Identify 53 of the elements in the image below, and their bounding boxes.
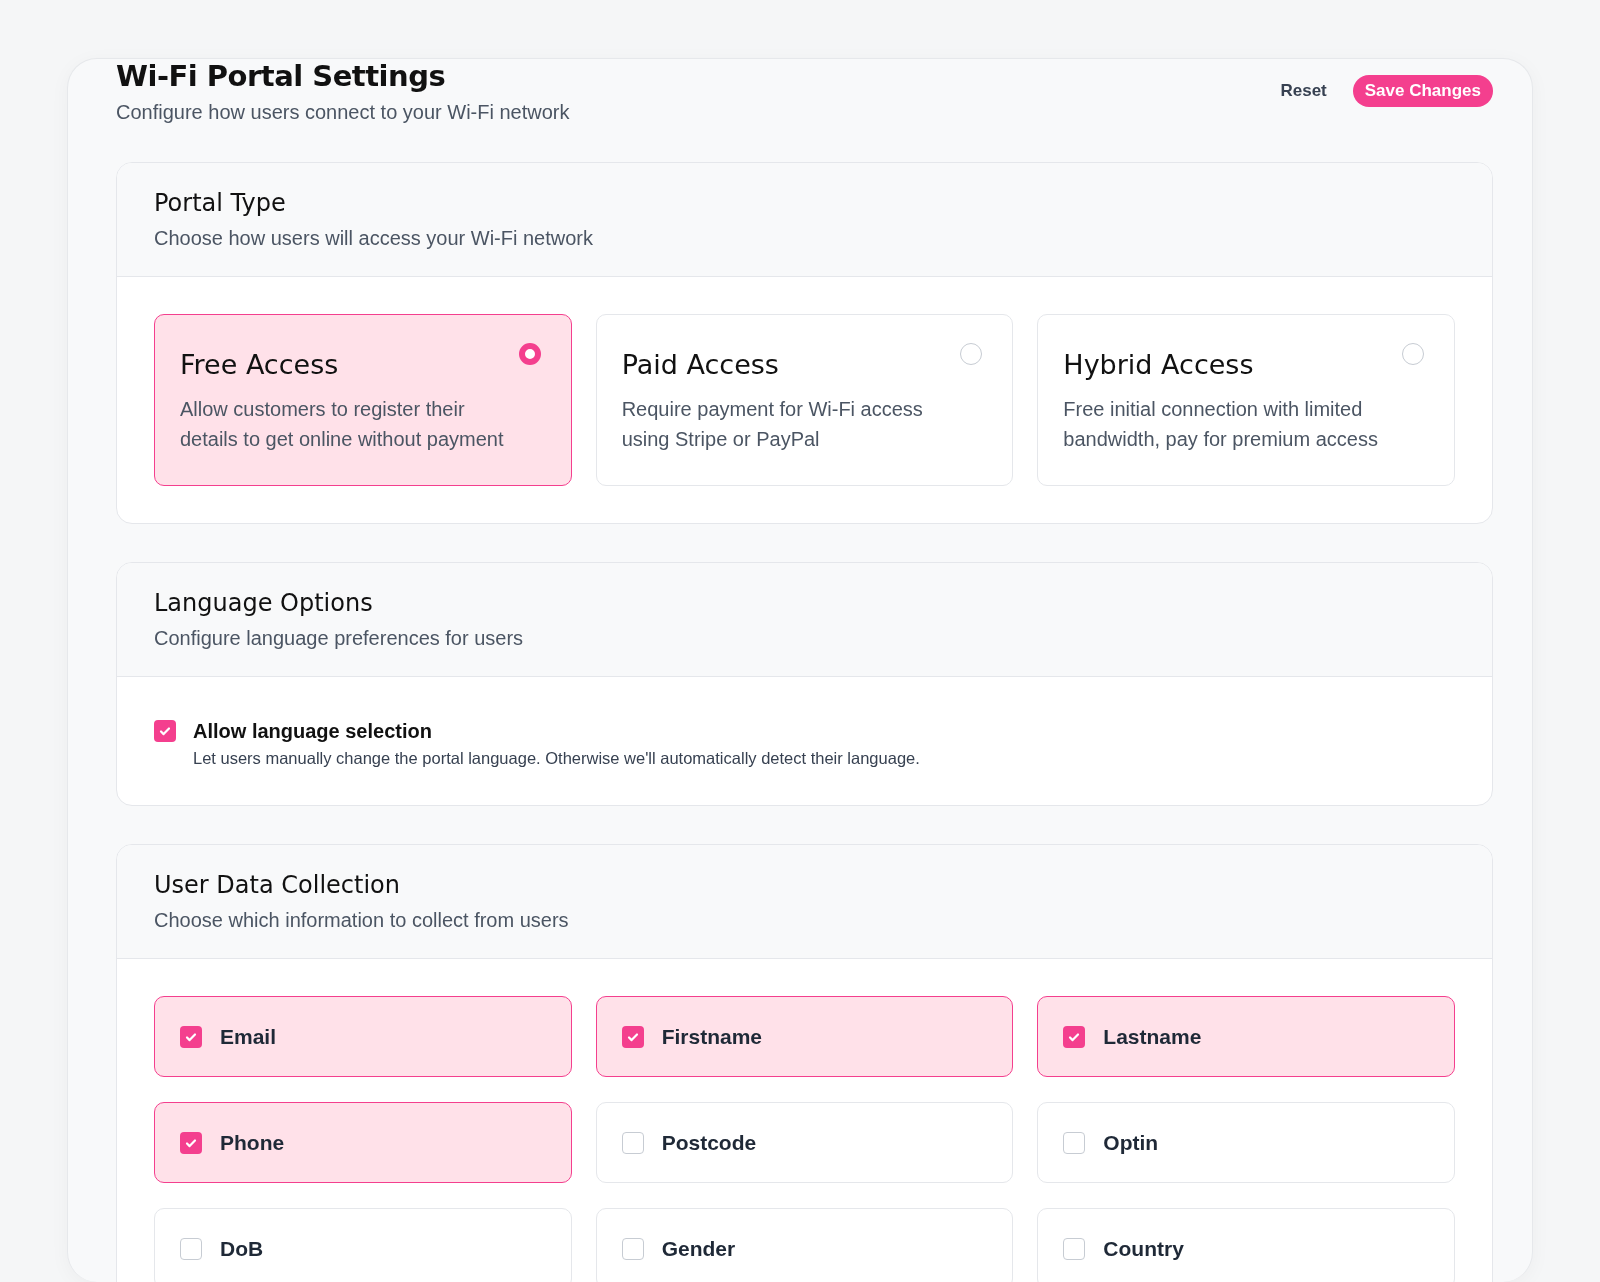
field-option[interactable]: Gender <box>595 1208 1014 1282</box>
field-label: Optin <box>1103 1130 1159 1155</box>
setting-label: Allow language selection <box>193 720 433 743</box>
checkbox[interactable] <box>154 720 176 742</box>
checkbox[interactable] <box>180 1025 202 1048</box>
setting-description: Let users manually change the portal language. Otherwise we'll automatically detect their language. <box>193 749 920 768</box>
field-label: Email <box>220 1024 277 1049</box>
field-label: Gender <box>661 1236 736 1261</box>
section-subtitle: Choose how users will access your Wi-Fi network <box>154 227 595 250</box>
field-option[interactable]: Lastname <box>1037 996 1455 1077</box>
field-option[interactable]: Country <box>1037 1208 1455 1282</box>
field-option[interactable]: Firstname <box>595 996 1014 1077</box>
option-description: Allow customers to register their details to get online without payment <box>180 397 505 452</box>
radio-button[interactable] <box>518 343 541 365</box>
radio-button[interactable] <box>1402 343 1424 365</box>
field-label: Postcode <box>661 1130 757 1155</box>
checkbox[interactable] <box>180 1237 202 1260</box>
portal-option-card[interactable]: Paid Access Require payment for Wi-Fi access using Stripe or PayPal <box>595 314 1014 486</box>
field-option[interactable]: Email <box>154 996 572 1077</box>
section-title: User Data Collection <box>154 871 401 899</box>
section-title: Portal Type <box>154 189 287 217</box>
page-subtitle: Configure how users connect to your Wi-Fi network <box>116 101 570 124</box>
option-description: Require payment for Wi-Fi access using Stripe or PayPal <box>621 397 924 452</box>
portal-option-card[interactable]: Free Access Allow customers to register their details to get online without payment <box>154 314 572 486</box>
portal-option-card[interactable]: Hybrid Access Free initial connection with limited bandwidth, pay for premium access <box>1037 314 1455 486</box>
save-changes-button[interactable]: Save Changes <box>1352 75 1493 107</box>
field-option[interactable]: Optin <box>1037 1102 1455 1183</box>
section-subtitle: Configure language preferences for users <box>154 627 525 650</box>
checkbox[interactable] <box>621 1237 644 1260</box>
option-title: Free Access <box>180 349 340 380</box>
field-option[interactable]: Phone <box>154 1102 572 1183</box>
field-label: Lastname <box>1103 1024 1202 1049</box>
reset-button[interactable]: Reset <box>1280 81 1327 101</box>
field-label: Phone <box>220 1130 285 1155</box>
field-label: Country <box>1103 1236 1184 1261</box>
checkbox[interactable] <box>180 1131 202 1154</box>
checkbox[interactable] <box>1063 1237 1086 1260</box>
radio-button[interactable] <box>960 343 983 365</box>
field-option[interactable]: Postcode <box>595 1102 1014 1183</box>
field-label: DoB <box>220 1236 264 1261</box>
checkbox[interactable] <box>621 1131 644 1154</box>
checkbox[interactable] <box>621 1025 644 1048</box>
option-description: Free initial connection with limited bandwidth, pay for premium access <box>1063 397 1379 452</box>
section-subtitle: Choose which information to collect from users <box>154 909 570 932</box>
checkbox[interactable] <box>1063 1131 1086 1154</box>
field-option[interactable]: DoB <box>154 1208 572 1282</box>
field-label: Firstname <box>661 1024 763 1049</box>
section-title: Language Options <box>154 589 374 617</box>
checkbox[interactable] <box>1063 1025 1086 1048</box>
option-title: Hybrid Access <box>1063 349 1255 380</box>
checkmark-icon <box>158 724 172 738</box>
option-title: Paid Access <box>621 349 780 380</box>
page-title: Wi-Fi Portal Settings <box>116 59 447 93</box>
